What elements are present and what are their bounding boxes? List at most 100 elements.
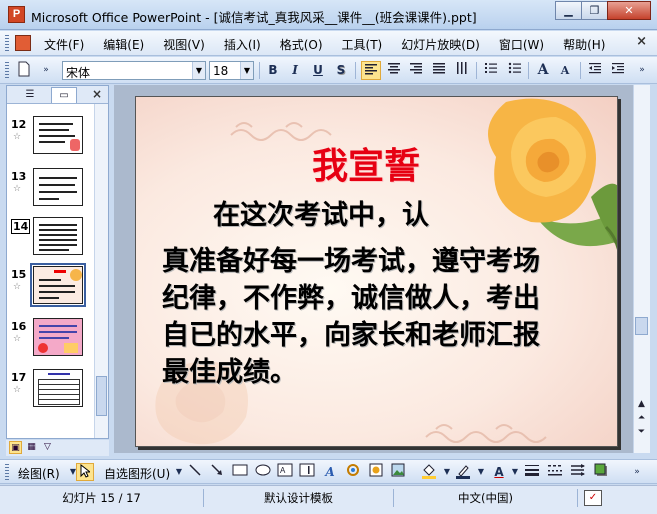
- decrease-font-button[interactable]: A: [555, 61, 575, 80]
- slideshow-view-icon[interactable]: ▽: [41, 441, 54, 454]
- chevron-up-icon[interactable]: ▲: [635, 397, 648, 411]
- scrollbar-thumb[interactable]: [635, 317, 648, 335]
- increase-font-button[interactable]: A: [533, 61, 553, 80]
- slide-thumbnail-14[interactable]: 14: [7, 217, 97, 261]
- wordart-icon[interactable]: A: [321, 463, 339, 481]
- diagram-icon[interactable]: [344, 463, 362, 481]
- slides-pane-scrollbar[interactable]: [94, 104, 108, 438]
- svg-text:A: A: [280, 466, 286, 475]
- close-pane-icon[interactable]: ×: [92, 87, 102, 101]
- slide-body-line-4[interactable]: 自已的水平，向家长和老师汇报: [162, 318, 540, 353]
- chevron-down-icon[interactable]: ▼: [192, 62, 205, 79]
- vertical-text-box-icon[interactable]: [298, 463, 316, 481]
- italic-button[interactable]: I: [285, 61, 305, 80]
- insert-picture-icon[interactable]: [389, 463, 407, 481]
- slide-thumbnail-12[interactable]: 12 ☆: [7, 116, 97, 160]
- menubar-grip[interactable]: [5, 35, 9, 52]
- fill-color-icon[interactable]: [420, 463, 438, 481]
- design-template-status[interactable]: 默认设计模板: [204, 489, 394, 507]
- select-pointer-icon[interactable]: [76, 463, 94, 481]
- close-button[interactable]: ✕: [607, 1, 651, 20]
- chevron-down-icon[interactable]: ▼: [240, 62, 253, 79]
- draw-menu-button[interactable]: 绘图(R): [18, 465, 60, 482]
- slide-body-line-5[interactable]: 最佳成绩。: [162, 355, 297, 390]
- menu-edit[interactable]: 编辑(E): [103, 36, 144, 53]
- spelling-check-icon[interactable]: ✓: [584, 490, 602, 506]
- decrease-indent-icon[interactable]: [585, 61, 605, 80]
- menu-window[interactable]: 窗口(W): [499, 36, 544, 53]
- arrow-style-icon[interactable]: [569, 463, 587, 481]
- slide-thumbnail-13[interactable]: 13 ☆: [7, 168, 97, 212]
- shadow-style-icon[interactable]: [592, 463, 610, 481]
- slide-body-line-3[interactable]: 纪律，不作弊，诚信做人，考出: [162, 281, 540, 316]
- rectangle-tool-icon[interactable]: [231, 463, 249, 481]
- toolbar-options-chevron-icon[interactable]: »: [36, 61, 56, 80]
- toolbar-grip[interactable]: [5, 62, 9, 79]
- increase-indent-icon[interactable]: [608, 61, 628, 80]
- clip-art-icon[interactable]: [367, 463, 385, 481]
- slide-number: 15: [11, 268, 27, 281]
- slide-thumbnail-16[interactable]: 16 ☆: [7, 318, 97, 362]
- text-box-icon[interactable]: A: [276, 463, 294, 481]
- slide-number: 12: [11, 118, 27, 131]
- align-left-icon[interactable]: [361, 61, 381, 80]
- powerpoint-app-icon[interactable]: P: [8, 6, 25, 23]
- line-color-icon[interactable]: [454, 463, 472, 481]
- chevron-down-icon[interactable]: ▼: [506, 463, 524, 481]
- toolbar-options-chevron-icon[interactable]: »: [628, 463, 646, 481]
- line-tool-icon[interactable]: [186, 463, 204, 481]
- outline-tab-icon[interactable]: ☰: [17, 87, 43, 103]
- slide-thumbnail-image: [33, 369, 83, 407]
- slide-body-line-2[interactable]: 真准备好每一场考试，遵守考场: [162, 244, 540, 279]
- slide-transition-icon: ☆: [13, 132, 22, 142]
- slide-transition-icon: ☆: [13, 184, 22, 194]
- slide-thumbnail-15[interactable]: 15 ☆: [7, 263, 97, 310]
- line-style-icon[interactable]: [523, 463, 541, 481]
- close-document-button[interactable]: ×: [636, 34, 647, 49]
- drawbar-grip[interactable]: [5, 464, 9, 481]
- slide-sorter-view-icon[interactable]: ▦: [25, 441, 38, 454]
- normal-view-icon[interactable]: ▣: [9, 441, 22, 454]
- font-size-combo[interactable]: 18 ▼: [209, 61, 254, 80]
- slide-transition-icon: ☆: [13, 334, 22, 344]
- arrow-tool-icon[interactable]: [208, 463, 226, 481]
- menu-file[interactable]: 文件(F): [44, 36, 84, 53]
- menu-slideshow[interactable]: 幻灯片放映(D): [401, 36, 480, 53]
- slide-body-line-1[interactable]: 在这次考试中，认: [213, 198, 429, 233]
- align-center-icon[interactable]: [384, 61, 404, 80]
- font-name-combo[interactable]: 宋体 ▼: [62, 61, 206, 80]
- vertical-text-icon[interactable]: [452, 61, 472, 80]
- slide-number: 17: [11, 371, 27, 384]
- bold-button[interactable]: B: [263, 61, 283, 80]
- autoshapes-menu-button[interactable]: 自选图形(U): [104, 465, 170, 482]
- next-slide-icon[interactable]: ⏷: [635, 425, 648, 439]
- menu-format[interactable]: 格式(O): [280, 36, 323, 53]
- previous-slide-icon[interactable]: ⏶: [635, 411, 648, 425]
- slide-vertical-scrollbar[interactable]: ▲ ⏶ ⏷: [633, 85, 650, 453]
- menu-view[interactable]: 视图(V): [163, 36, 205, 53]
- scrollbar-thumb[interactable]: [96, 376, 107, 416]
- menu-insert[interactable]: 插入(I): [224, 36, 261, 53]
- slide-title[interactable]: 我宣誓: [312, 137, 420, 189]
- toolbar-options-chevron-icon[interactable]: »: [632, 61, 652, 80]
- current-slide[interactable]: 我宣誓 在这次考试中，认 真准备好每一场考试，遵守考场 纪律，不作弊，诚信做人，…: [135, 96, 618, 447]
- slide-thumbnail-17[interactable]: 17 ☆: [7, 369, 97, 413]
- slides-tab-icon[interactable]: ▭: [51, 87, 77, 103]
- oval-tool-icon[interactable]: [254, 463, 272, 481]
- restore-button[interactable]: ❐: [581, 1, 608, 20]
- menu-help[interactable]: 帮助(H): [563, 36, 605, 53]
- minimize-button[interactable]: ▁: [555, 1, 582, 20]
- numbering-icon[interactable]: [481, 61, 501, 80]
- language-status: 中文(中国): [394, 489, 578, 507]
- align-right-icon[interactable]: [406, 61, 426, 80]
- underline-button[interactable]: U: [308, 61, 328, 80]
- shadow-button[interactable]: S: [331, 61, 351, 80]
- dash-style-icon[interactable]: [546, 463, 564, 481]
- view-buttons: ▣ ▦ ▽: [6, 440, 109, 456]
- distributed-align-icon[interactable]: [429, 61, 449, 80]
- bullets-icon[interactable]: [505, 61, 525, 80]
- chevron-down-icon[interactable]: ▼: [472, 463, 490, 481]
- menu-tools[interactable]: 工具(T): [342, 36, 383, 53]
- new-document-icon[interactable]: [14, 61, 34, 80]
- document-icon[interactable]: [15, 35, 31, 51]
